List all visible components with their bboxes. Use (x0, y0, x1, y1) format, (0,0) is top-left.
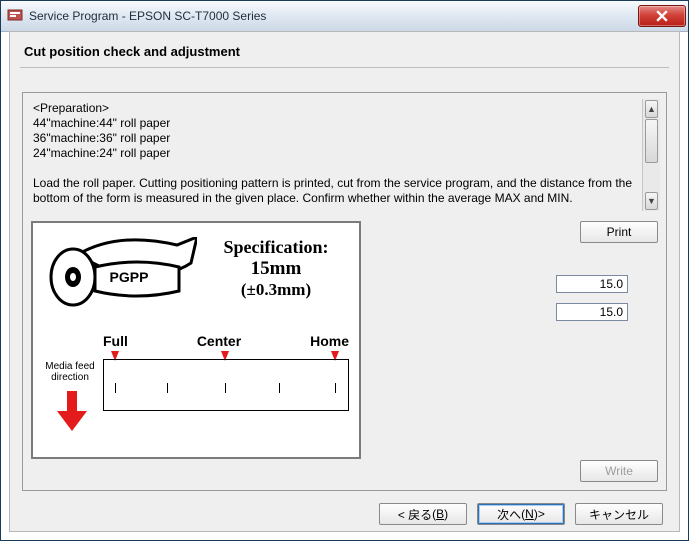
close-button[interactable] (638, 5, 686, 27)
description-scrollbar[interactable]: ▲ ▼ (642, 99, 660, 211)
tick-mark (167, 383, 168, 393)
scroll-thumb[interactable] (645, 119, 658, 163)
tick-mark (115, 383, 116, 393)
mark-home-label: Home (310, 333, 349, 349)
spec-tolerance: (±0.3mm) (201, 280, 351, 300)
content-panel: <Preparation> 44"machine:44" roll paper … (22, 92, 667, 491)
window-title: Service Program - EPSON SC-T7000 Series (29, 9, 638, 23)
svg-text:PGPP: PGPP (110, 269, 149, 285)
tick-mark (279, 383, 280, 393)
media-feed-label: Media feed direction (43, 361, 97, 383)
media-feed-arrow-icon (57, 391, 87, 434)
service-program-window: Service Program - EPSON SC-T7000 Series … (0, 0, 689, 541)
measurement-box (103, 359, 349, 411)
write-button[interactable]: Write (580, 460, 658, 482)
specification-diagram: PGPP Specification: 15mm (±0.3mm) Full C… (31, 221, 361, 459)
tick-mark (335, 383, 336, 393)
heading-rule (20, 67, 669, 68)
specification-text: Specification: 15mm (±0.3mm) (201, 237, 351, 300)
spec-value: 15mm (201, 258, 351, 280)
client-area: Cut position check and adjustment <Prepa… (9, 31, 680, 532)
close-icon (656, 10, 668, 22)
scroll-up-arrow-icon[interactable]: ▲ (645, 100, 658, 118)
spec-title: Specification: (201, 237, 351, 258)
back-button[interactable]: < 戻る(B) (379, 503, 467, 525)
titlebar: Service Program - EPSON SC-T7000 Series (1, 1, 688, 32)
measurement-marks: Full Center Home Media feed direction (43, 333, 349, 443)
mark-center-label: Center (197, 333, 241, 349)
paper-roll-icon: PGPP (47, 237, 197, 318)
app-icon (7, 8, 23, 24)
mark-full-label: Full (103, 333, 128, 349)
right-column: Print Write (383, 221, 658, 482)
cancel-button[interactable]: キャンセル (575, 503, 663, 525)
wizard-footer: < 戻る(B) 次へ(N) > キャンセル (10, 503, 679, 525)
page-heading: Cut position check and adjustment (10, 32, 679, 67)
scroll-down-arrow-icon[interactable]: ▼ (645, 192, 658, 210)
tick-mark (225, 383, 226, 393)
next-button[interactable]: 次へ(N) > (477, 503, 565, 525)
description-box: <Preparation> 44"machine:44" roll paper … (29, 99, 660, 211)
description-text: <Preparation> 44"machine:44" roll paper … (29, 99, 660, 211)
print-button[interactable]: Print (580, 221, 658, 243)
value-input-1[interactable] (556, 275, 628, 293)
value-input-2[interactable] (556, 303, 628, 321)
